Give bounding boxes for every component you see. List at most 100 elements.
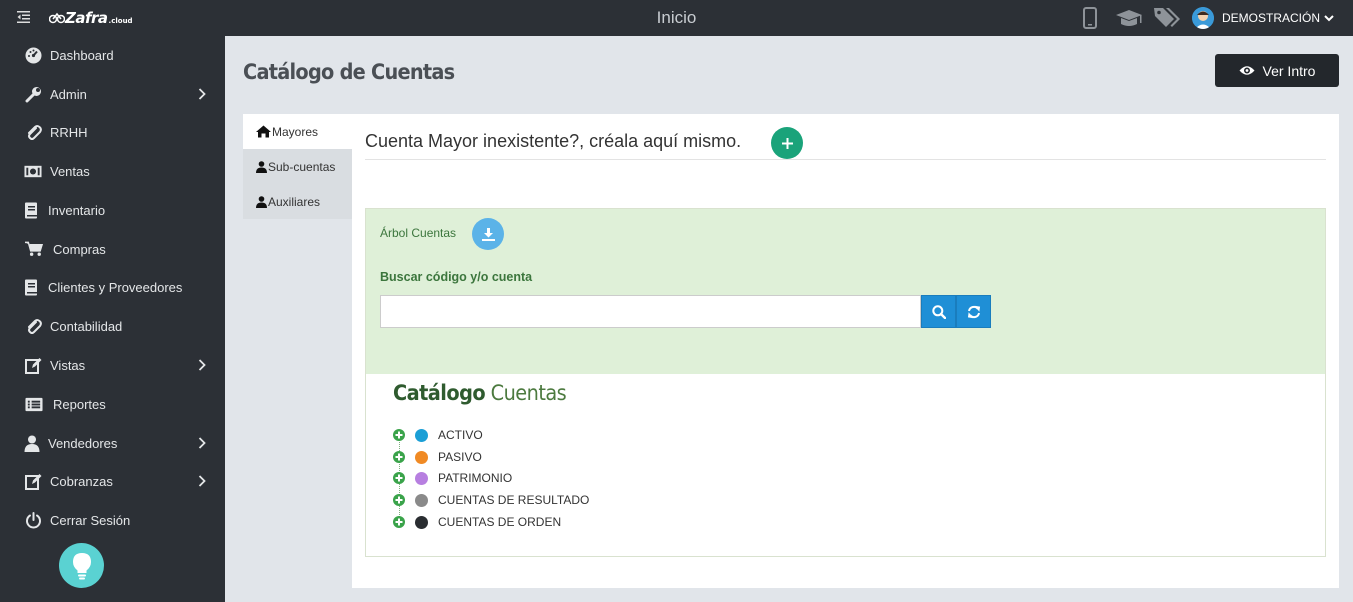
expand-plus-icon[interactable] — [393, 472, 405, 484]
ver-intro-label: Ver Intro — [1262, 62, 1316, 79]
tab-sub-cuentas[interactable]: Sub-cuentas — [243, 149, 352, 184]
lightbulb-icon — [72, 552, 91, 579]
sidebar-item-label: RRHH — [50, 124, 88, 140]
account-tree-box: Árbol Cuentas Buscar código y/o cuenta C… — [365, 208, 1326, 557]
account-search-input[interactable] — [380, 295, 921, 328]
ver-intro-button[interactable]: Ver Intro — [1215, 54, 1339, 87]
tree-label: Árbol Cuentas — [380, 226, 457, 240]
search-button[interactable] — [921, 295, 956, 328]
power-icon — [24, 511, 42, 529]
sidebar-item-label: Reportes — [53, 396, 106, 412]
node-color-dot — [415, 471, 428, 485]
sidebar-item-label: Vendedores — [48, 435, 118, 451]
catalog-title: Catálogo Cuentas — [393, 381, 567, 405]
sidebar-item-label: Ventas — [50, 163, 90, 179]
sidebar-item-label: Clientes y Proveedores — [48, 279, 183, 295]
tags-icon[interactable] — [1153, 6, 1182, 30]
sidebar-item-vistas[interactable]: Vistas — [0, 346, 225, 384]
sidebar-item-label: Admin — [50, 86, 87, 102]
chevron-right-icon — [198, 359, 206, 371]
cart-icon — [25, 240, 43, 258]
plus-icon — [781, 137, 793, 149]
search-icon — [931, 304, 946, 319]
user-icon — [256, 195, 267, 208]
mayores-panel: Cuenta Mayor inexistente?, créala aquí m… — [352, 114, 1339, 588]
sidebar-item-contabilidad[interactable]: Contabilidad — [0, 307, 225, 345]
tab-auxiliares[interactable]: Auxiliares — [243, 184, 352, 219]
sidebar-item-rrhh[interactable]: RRHH — [0, 113, 225, 151]
book-icon — [22, 201, 40, 219]
chevron-right-icon — [198, 475, 206, 487]
user-name: DEMOSTRACIÓN — [1222, 11, 1321, 25]
tab-mayores[interactable]: Mayores — [243, 114, 352, 149]
tab-label: Sub-cuentas — [268, 159, 336, 174]
tree-node-label: ACTIVO — [438, 428, 483, 442]
avatar — [1192, 7, 1214, 29]
search-label: Buscar código y/o cuenta — [380, 270, 533, 284]
refresh-icon — [967, 305, 980, 318]
dashboard-icon — [24, 46, 42, 64]
app-logo[interactable]: Zafra .cloud — [49, 9, 133, 27]
user-menu[interactable]: DEMOSTRACIÓN — [1192, 7, 1334, 29]
tree-node-label: PATRIMONIO — [438, 471, 513, 485]
download-tree-button[interactable] — [472, 218, 504, 250]
tree-node-cuentas-de-resultado[interactable]: CUENTAS DE RESULTADO — [393, 492, 589, 508]
tree-node-cuentas-de-orden[interactable]: CUENTAS DE ORDEN — [393, 514, 561, 530]
wrench-icon — [24, 85, 42, 103]
money-icon — [24, 162, 42, 180]
chevron-right-icon — [198, 437, 206, 449]
sidebar-item-label: Cobranzas — [50, 473, 113, 489]
tree-node-label: PASIVO — [438, 450, 482, 464]
graduation-cap-icon[interactable] — [1115, 9, 1143, 29]
logo-subtext: .cloud — [108, 16, 133, 25]
download-icon — [481, 227, 495, 241]
expand-plus-icon[interactable] — [393, 516, 405, 528]
chevron-right-icon — [198, 88, 206, 100]
tree-node-label: CUENTAS DE RESULTADO — [438, 493, 590, 507]
expand-plus-icon[interactable] — [393, 429, 405, 441]
catalog-title-normal: Cuentas — [490, 381, 567, 405]
sidebar-item-dashboard[interactable]: Dashboard — [0, 36, 225, 74]
expand-plus-icon[interactable] — [393, 494, 405, 506]
logo-bike-icon — [49, 12, 65, 24]
menu-toggle-icon[interactable] — [17, 11, 30, 23]
page-header-title: Inicio — [656, 8, 697, 27]
tree-search-area — [366, 209, 1325, 374]
sidebar-item-label: Contabilidad — [50, 318, 123, 334]
tree-node-activo[interactable]: ACTIVO — [393, 427, 483, 443]
sidebar-item-vendedores[interactable]: Vendedores — [0, 424, 225, 462]
sidebar-item-admin[interactable]: Admin — [0, 75, 225, 113]
divider — [365, 159, 1326, 160]
sidebar-item-clientes-proveedores[interactable]: Clientes y Proveedores — [0, 268, 225, 306]
help-lightbulb-button[interactable] — [59, 543, 104, 588]
expand-plus-icon[interactable] — [393, 451, 405, 463]
sidebar-item-compras[interactable]: Compras — [0, 230, 225, 268]
sidebar-item-label: Inventario — [48, 202, 106, 218]
logo-text: Zafra — [65, 9, 108, 27]
mobile-icon[interactable] — [1082, 7, 1098, 29]
node-color-dot — [415, 428, 428, 442]
node-color-dot — [415, 515, 428, 529]
add-account-button[interactable] — [771, 127, 803, 159]
tree-node-pasivo[interactable]: PASIVO — [393, 449, 482, 465]
page-title: Catálogo de Cuentas — [243, 60, 455, 84]
book-icon — [22, 278, 40, 296]
catalog-title-bold: Catálogo — [393, 381, 486, 405]
refresh-button[interactable] — [956, 295, 991, 328]
sidebar-item-label: Dashboard — [50, 47, 114, 63]
node-color-dot — [415, 493, 428, 507]
tree-node-patrimonio[interactable]: PATRIMONIO — [393, 470, 512, 486]
sidebar-item-ventas[interactable]: Ventas — [0, 152, 225, 190]
sidebar-item-reportes[interactable]: Reportes — [0, 385, 225, 423]
top-bar: Zafra .cloud Inicio DEMOSTRACIÓN — [0, 0, 1353, 36]
edit-icon — [24, 356, 42, 374]
home-icon — [256, 125, 271, 138]
user-icon — [23, 434, 41, 452]
chevron-down-icon — [1324, 14, 1334, 21]
account-tabs: Mayores Sub-cuentas Auxiliares — [243, 114, 352, 219]
sidebar-item-inventario[interactable]: Inventario — [0, 191, 225, 229]
eye-icon — [1239, 66, 1255, 75]
tree-node-label: CUENTAS DE ORDEN — [438, 515, 562, 529]
sidebar-item-cobranzas[interactable]: Cobranzas — [0, 462, 225, 500]
sidebar-item-cerrar-sesion[interactable]: Cerrar Sesión — [0, 501, 225, 539]
